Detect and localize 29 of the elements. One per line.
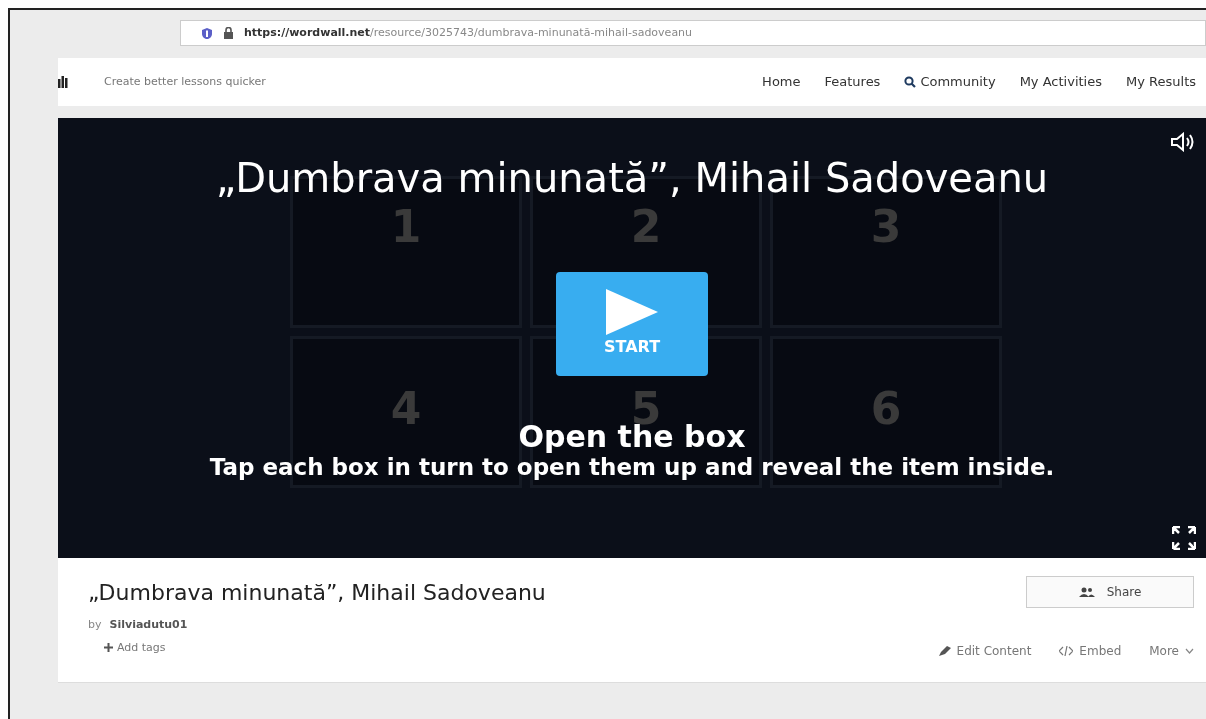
author-link[interactable]: Silviadutu01 bbox=[109, 618, 188, 631]
instructions: Tap each box in turn to open them up and reveal the item inside. bbox=[209, 453, 1055, 482]
action-link[interactable]: Embed bbox=[1059, 642, 1122, 660]
share-button[interactable]: Share bbox=[1026, 576, 1194, 608]
nav-link[interactable]: Home bbox=[762, 72, 801, 92]
speaker-icon[interactable] bbox=[1170, 132, 1196, 152]
tagline: Create better lessons quicker bbox=[104, 73, 266, 90]
address-bar[interactable]: https://wordwall.net/resource/3025743/dumbrava-minunată-mihail-sadoveanu bbox=[180, 20, 1206, 46]
nav-link[interactable]: My Results bbox=[1126, 72, 1196, 92]
nav-link[interactable]: Community bbox=[904, 72, 996, 92]
game-title: „Dumbrava minunată”, Mihail Sadoveanu bbox=[215, 154, 1049, 202]
pencil-icon bbox=[938, 646, 951, 656]
add-tags-link[interactable]: Add tags bbox=[104, 639, 166, 656]
url-text: https://wordwall.net/resource/3025743/dumbrava-minunată-mihail-sadoveanu bbox=[244, 24, 693, 41]
logo-icon bbox=[58, 76, 68, 88]
caret-icon bbox=[1185, 648, 1194, 654]
shield-icon bbox=[201, 26, 213, 40]
action-link[interactable]: Edit Content bbox=[938, 642, 1032, 660]
action-link[interactable]: More bbox=[1149, 642, 1194, 660]
lock-icon bbox=[223, 27, 234, 39]
by-label: by bbox=[88, 618, 102, 631]
people-icon bbox=[1078, 587, 1095, 597]
code-icon bbox=[1059, 646, 1074, 656]
nav-link[interactable]: Features bbox=[824, 72, 881, 92]
nav-link[interactable]: My Activities bbox=[1019, 72, 1102, 92]
search-icon bbox=[904, 76, 917, 88]
fullscreen-icon[interactable] bbox=[1172, 526, 1196, 550]
plus-icon bbox=[104, 643, 113, 653]
activity-title: „Dumbrava minunată”, Mihail Sadoveanu bbox=[88, 579, 546, 607]
